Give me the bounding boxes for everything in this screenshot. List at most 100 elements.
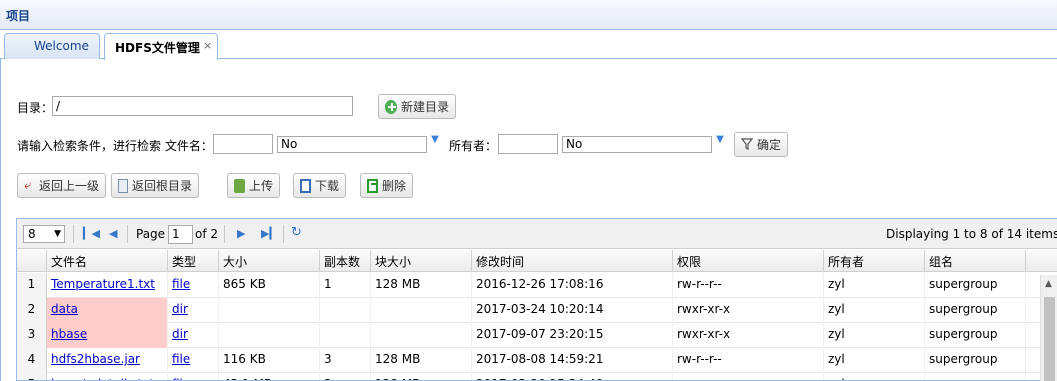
row-number: 3 xyxy=(27,327,36,341)
confirm-button[interactable]: 确定 xyxy=(734,132,788,157)
scrollbar-thumb[interactable] xyxy=(1044,297,1055,381)
file-size-cell: 116 KB xyxy=(219,348,320,373)
close-icon[interactable]: × xyxy=(203,39,212,52)
file-name-link[interactable]: hbase xyxy=(51,327,87,341)
page-number-input[interactable]: 1 xyxy=(168,225,193,244)
next-page-icon[interactable]: ▶ xyxy=(237,227,245,240)
new-directory-button[interactable]: 新建目录 xyxy=(378,94,456,119)
modified-time: 2017-03-24 10:20:14 xyxy=(476,302,604,316)
file-size: 865 KB xyxy=(223,277,266,291)
confirm-label: 确定 xyxy=(757,138,782,152)
directory-input[interactable]: / xyxy=(52,96,353,116)
previous-page-icon[interactable]: ◀ xyxy=(109,227,117,240)
group-name: supergroup xyxy=(929,377,997,380)
tab-welcome[interactable]: Welcome xyxy=(4,33,100,59)
chevron-down-icon[interactable]: ▼ xyxy=(713,134,727,148)
file-name-link[interactable]: hdfs2hbase.jar xyxy=(51,352,140,366)
download-label: 下载 xyxy=(314,179,339,193)
owner: zyl xyxy=(828,327,845,341)
chevron-down-icon: ▼ xyxy=(54,229,61,239)
toolbar-separator xyxy=(73,225,74,243)
group-name-cell: supergroup xyxy=(925,323,1026,348)
search-prompt: 请输入检索条件，进行检索 文件名： xyxy=(17,139,213,153)
paging-display-info: Displaying 1 to 8 of 14 items xyxy=(886,227,1057,241)
owner-match-select[interactable]: No xyxy=(562,136,712,153)
refresh-icon[interactable]: ↻ xyxy=(291,225,302,240)
column-header-modified-time[interactable]: 修改时间 xyxy=(472,250,673,272)
delete-button[interactable]: 删除 xyxy=(360,173,413,198)
last-page-icon[interactable]: ▶▎ xyxy=(261,227,278,240)
group-name: supergroup xyxy=(929,302,998,316)
owner-cell: zyl xyxy=(824,373,925,380)
replica-count-cell: 3 xyxy=(320,373,371,380)
modified-time-cell: 2017-03-24 10:20:14 xyxy=(472,298,673,323)
row-number-cell: 2 xyxy=(17,298,47,323)
panel-title: 项目 xyxy=(6,9,31,23)
table-row[interactable]: 5 in_out_details.txt file 43.1 MB 3 128 MB 201… xyxy=(17,373,1057,380)
back-root-button[interactable]: 返回根目录 xyxy=(111,173,199,198)
group-name: supergroup xyxy=(929,277,998,291)
permission-cell: rwxr-xr-x xyxy=(673,323,824,348)
table-row[interactable]: 1 Temperature1.txt file 865 KB 1 128 MB 2016-1… xyxy=(17,273,1057,298)
panel-header: 项目 xyxy=(0,0,1057,30)
filename-search-input[interactable] xyxy=(213,134,273,154)
file-type-link-cell: file xyxy=(168,373,219,380)
file-type-link[interactable]: dir xyxy=(172,327,188,341)
permission: rwxr-xr-x xyxy=(677,327,731,341)
row-number-cell: 3 xyxy=(17,323,47,348)
group-name: supergroup xyxy=(929,352,998,366)
column-header-group[interactable]: 组名 xyxy=(925,250,1026,272)
file-type-link[interactable]: file xyxy=(172,377,190,380)
back-up-button[interactable]: ⤶ 返回上一级 xyxy=(17,173,106,198)
group-name-cell: supergroup xyxy=(925,348,1026,373)
back-root-label: 返回根目录 xyxy=(131,179,192,193)
new-directory-label: 新建目录 xyxy=(400,100,449,114)
permission-cell: rwxr-xr-x xyxy=(673,298,824,323)
scroll-up-icon[interactable]: ▲ xyxy=(1045,279,1052,289)
back-arrow-icon: ⤶ xyxy=(24,177,32,193)
block-size: 128 MB xyxy=(375,377,420,380)
modified-time-cell: 2017-08-08 14:59:21 xyxy=(472,348,673,373)
column-header-type[interactable]: 类型 xyxy=(168,250,219,272)
permission-cell: rw-r--r-- xyxy=(673,348,824,373)
block-size-cell: 128 MB xyxy=(371,273,472,298)
tab-hdfs-file-manager[interactable]: HDFS文件管理 × xyxy=(104,33,218,60)
filter-icon xyxy=(740,137,754,152)
file-name-link[interactable]: Temperature1.txt xyxy=(51,277,155,291)
download-button[interactable]: 下载 xyxy=(293,173,346,198)
floppy-disk-icon xyxy=(300,178,311,193)
delete-label: 删除 xyxy=(381,179,406,193)
column-header-replicas[interactable]: 副本数 xyxy=(320,250,371,272)
table-row[interactable]: 2 data dir 2017-03-24 10:20:14 rwxr-xr-x zyl s… xyxy=(17,298,1057,323)
filename-match-select[interactable]: No xyxy=(277,136,427,153)
tab-hdfs-label: HDFS文件管理 xyxy=(115,41,200,55)
file-type-link[interactable]: dir xyxy=(172,302,188,316)
column-header-filename[interactable]: 文件名 xyxy=(47,250,168,272)
table-row[interactable]: 3 hbase dir 2017-09-07 23:20:15 rwxr-xr-x zyl… xyxy=(17,323,1057,348)
vertical-scrollbar[interactable]: ▲ xyxy=(1040,275,1057,381)
home-folder-icon xyxy=(118,178,128,193)
table-row[interactable]: 4 hdfs2hbase.jar file 116 KB 3 128 MB 2017-08-… xyxy=(17,348,1057,373)
file-type-link[interactable]: file xyxy=(172,277,190,291)
owner-cell: zyl xyxy=(824,298,925,323)
file-type-link[interactable]: file xyxy=(172,352,190,366)
column-header-block-size[interactable]: 块大小 xyxy=(371,250,472,272)
block-size-cell: 128 MB xyxy=(371,348,472,373)
column-header-permission[interactable]: 权限 xyxy=(673,250,824,272)
file-name-link[interactable]: data xyxy=(51,302,78,316)
file-name-link[interactable]: in_out_details.txt xyxy=(51,377,154,380)
file-name-link-cell: hdfs2hbase.jar xyxy=(47,348,168,373)
file-name-link-cell: data xyxy=(47,298,168,323)
chevron-down-icon[interactable]: ▼ xyxy=(428,134,442,148)
modified-time-cell: 2016-12-26 17:08:16 xyxy=(472,273,673,298)
column-header-owner[interactable]: 所有者 xyxy=(824,250,925,272)
first-page-icon[interactable]: ▎◀ xyxy=(83,227,100,240)
block-size-cell: 128 MB xyxy=(371,373,472,380)
toolbar-separator xyxy=(127,225,128,243)
owner-search-input[interactable] xyxy=(498,134,558,154)
upload-icon xyxy=(234,178,245,193)
page-size-select[interactable]: 8 ▼ xyxy=(23,225,65,243)
upload-button[interactable]: 上传 xyxy=(227,173,280,198)
column-header-size[interactable]: 大小 xyxy=(219,250,320,272)
tab-welcome-label: Welcome xyxy=(34,39,89,53)
